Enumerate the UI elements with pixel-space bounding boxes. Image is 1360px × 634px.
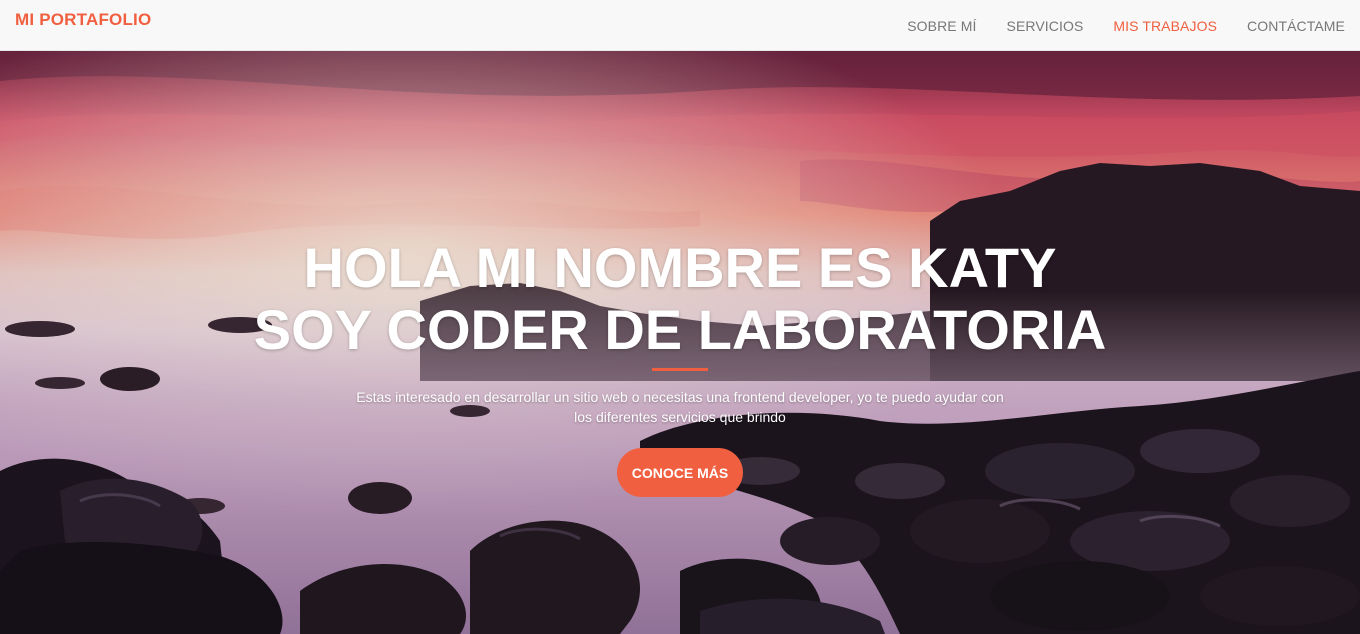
nav-link-mis-trabajos[interactable]: MIS TRABAJOS <box>1113 18 1217 34</box>
hero-content: HOLA MI NOMBRE ES KATY SOY CODER DE LABO… <box>0 51 1360 634</box>
hero-heading-line-1: HOLA MI NOMBRE ES KATY <box>303 236 1057 299</box>
top-navbar: MI PORTAFOLIO SOBRE MÍ SERVICIOS MIS TRA… <box>0 0 1360 51</box>
hero-section: HOLA MI NOMBRE ES KATY SOY CODER DE LABO… <box>0 51 1360 634</box>
hero-heading-line-2: SOY CODER DE LABORATORIA <box>253 298 1107 361</box>
nav-links: SOBRE MÍ SERVICIOS MIS TRABAJOS CONTÁCTA… <box>877 0 1345 51</box>
conoce-mas-button[interactable]: CONOCE MÁS <box>617 448 743 497</box>
brand-logo-link[interactable]: MI PORTAFOLIO <box>15 10 151 30</box>
nav-link-servicios[interactable]: SERVICIOS <box>1007 18 1084 34</box>
hero-heading: HOLA MI NOMBRE ES KATY SOY CODER DE LABO… <box>0 237 1360 361</box>
hero-description: Estas interesado en desarrollar un sitio… <box>356 389 1004 425</box>
accent-divider <box>652 368 708 371</box>
nav-link-contactame[interactable]: CONTÁCTAME <box>1247 18 1345 34</box>
nav-link-sobre-mi[interactable]: SOBRE MÍ <box>907 18 976 34</box>
